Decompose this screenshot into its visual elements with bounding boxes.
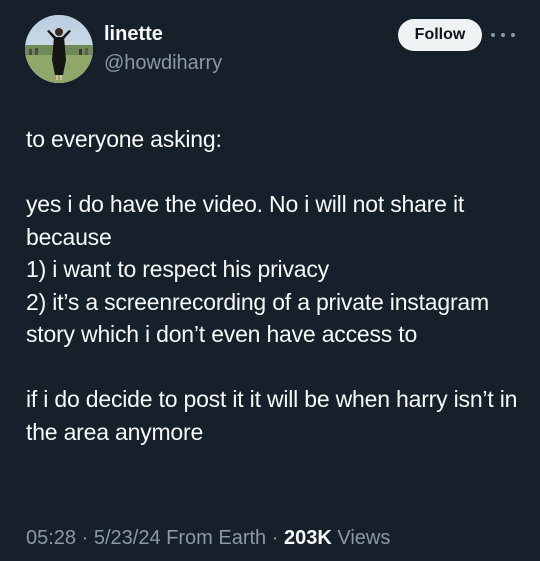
separator: · bbox=[81, 527, 89, 549]
dot-icon bbox=[491, 33, 495, 37]
views-label: Views bbox=[337, 527, 391, 549]
follow-button[interactable]: Follow bbox=[398, 19, 482, 51]
dot-icon bbox=[511, 33, 515, 37]
tweet-source: From Earth bbox=[166, 527, 267, 549]
tweet-paragraph-spacer bbox=[26, 351, 526, 384]
tweet-meta: 05:28 · 5/23/24 From Earth · 203K Views bbox=[26, 525, 390, 551]
tweet-paragraph-spacer bbox=[26, 156, 526, 189]
tweet-time[interactable]: 05:28 bbox=[26, 527, 76, 549]
tweet-date[interactable]: 5/23/24 bbox=[94, 527, 161, 549]
tweet-text: to everyone asking: yes i do have the vi… bbox=[26, 123, 526, 448]
tweet-paragraph: to everyone asking: bbox=[26, 126, 222, 152]
dot-icon bbox=[501, 33, 505, 37]
views-count[interactable]: 203K bbox=[284, 527, 332, 549]
more-horizontal-icon[interactable] bbox=[491, 25, 515, 45]
separator: · bbox=[271, 527, 279, 549]
display-name[interactable]: linette bbox=[104, 22, 163, 46]
avatar-photo bbox=[25, 15, 93, 83]
avatar[interactable] bbox=[25, 15, 93, 83]
user-handle[interactable]: @howdiharry bbox=[104, 51, 222, 75]
tweet-paragraph: yes i do have the video. No i will not s… bbox=[26, 191, 489, 347]
tweet-paragraph: if i do decide to post it it will be whe… bbox=[26, 386, 524, 445]
tweet-card: linette @howdiharry Follow to everyone a… bbox=[0, 0, 540, 561]
